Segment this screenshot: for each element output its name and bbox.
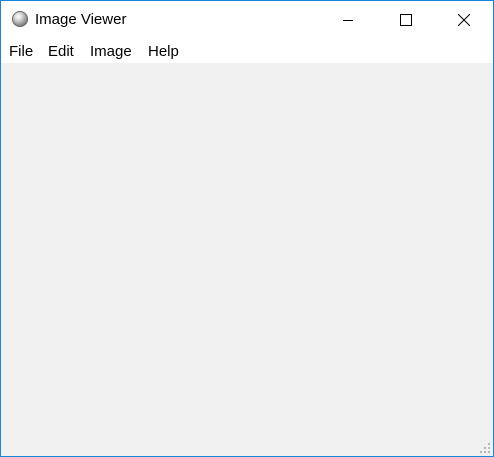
resize-grip-icon[interactable] [479, 442, 491, 454]
menu-edit[interactable]: Edit [48, 43, 74, 61]
title-bar[interactable]: Image Viewer [1, 1, 493, 39]
menu-file[interactable]: File [9, 43, 33, 61]
window-title: Image Viewer [35, 11, 127, 28]
menu-image[interactable]: Image [90, 43, 132, 61]
maximize-icon [400, 14, 412, 26]
image-canvas-area[interactable] [1, 63, 493, 456]
close-button[interactable] [435, 1, 493, 39]
minimize-icon [343, 20, 353, 21]
image-viewer-window: Image Viewer File Edit Image Help [0, 0, 494, 457]
close-icon [458, 14, 470, 26]
maximize-button[interactable] [377, 1, 435, 39]
menu-bar: File Edit Image Help [1, 39, 493, 63]
menu-help[interactable]: Help [148, 43, 179, 61]
minimize-button[interactable] [319, 1, 377, 39]
app-icon[interactable] [12, 11, 28, 27]
